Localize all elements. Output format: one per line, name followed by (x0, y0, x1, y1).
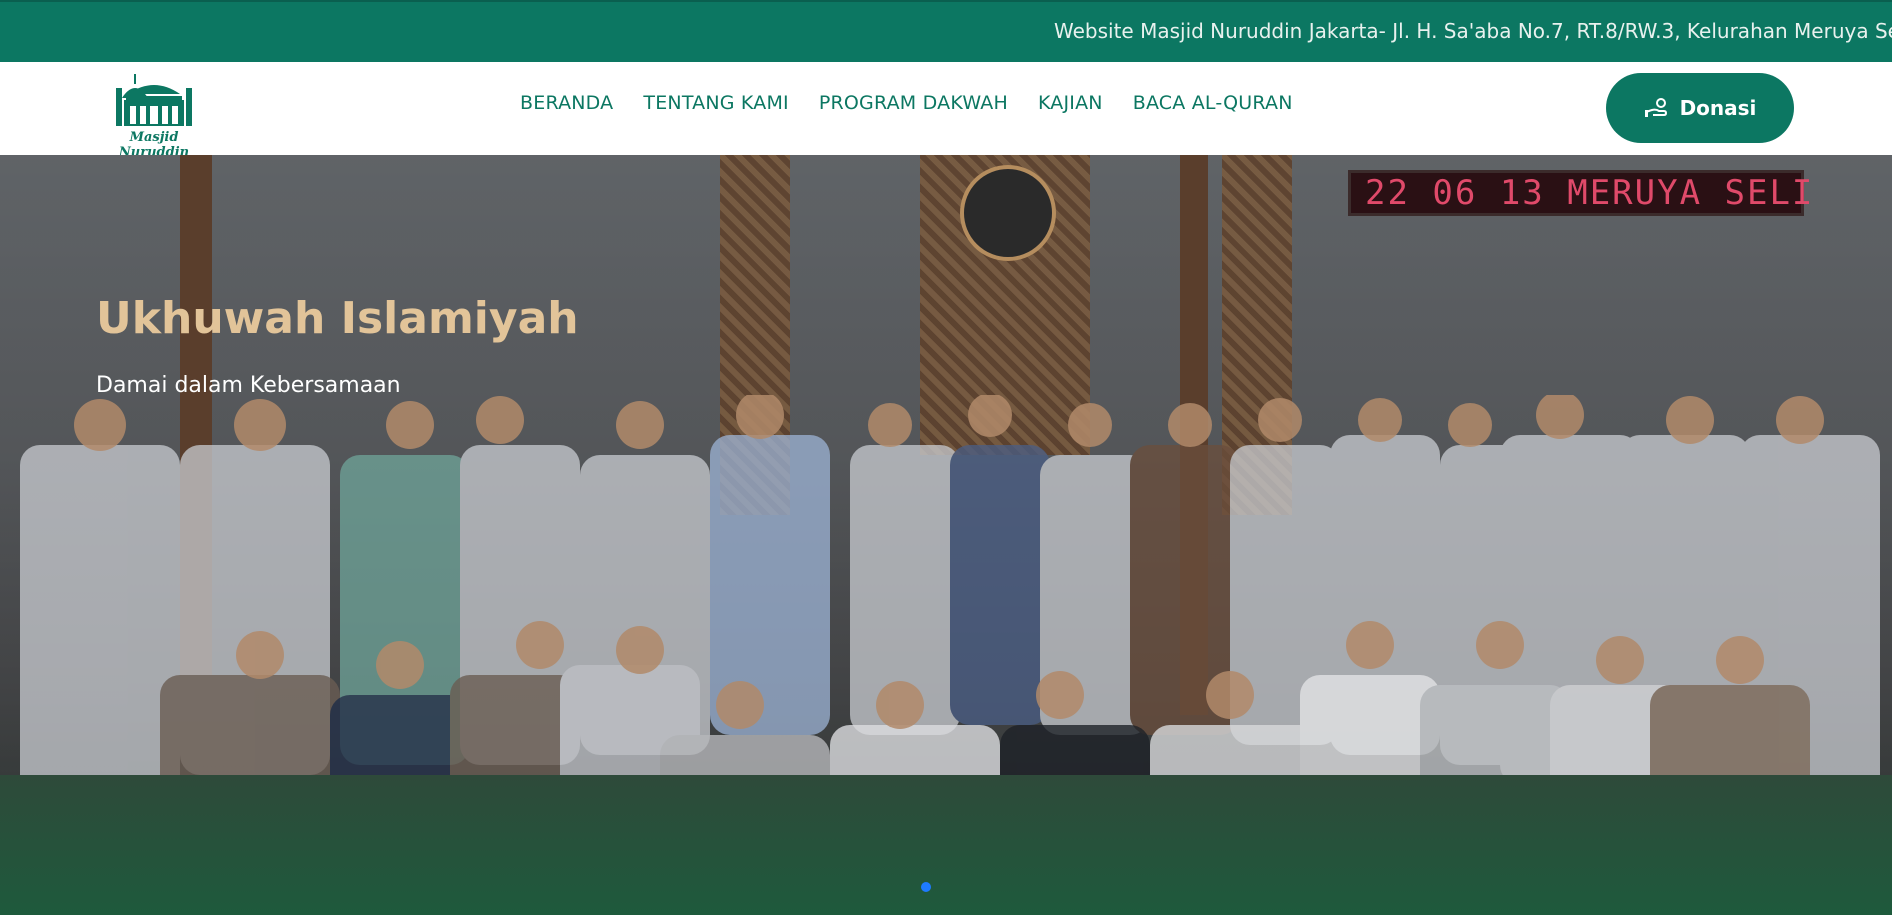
hero-slider: 22 06 13 MERUYA SELI Ukhuwah Islamiyah D… (0, 155, 1892, 915)
site-logo[interactable]: Masjid Nuruddin (96, 72, 212, 160)
nav-kajian[interactable]: KAJIAN (1038, 92, 1103, 114)
hero-title: Ukhuwah Islamiyah (96, 293, 579, 344)
nav-program-dakwah[interactable]: PROGRAM DAKWAH (819, 92, 1008, 114)
announcement-text: Website Masjid Nuruddin Jakarta- Jl. H. … (1054, 19, 1892, 43)
prayer-carpet (0, 775, 1892, 915)
donate-button[interactable]: Donasi (1606, 73, 1794, 143)
nav-baca-al-quran[interactable]: BACA AL-QURAN (1133, 92, 1293, 114)
hand-coin-icon (1644, 98, 1670, 118)
main-nav: BERANDA TENTANG KAMI PROGRAM DAKWAH KAJI… (520, 92, 1323, 114)
mosque-icon (116, 74, 192, 126)
donate-label: Donasi (1679, 96, 1757, 120)
hero-subtitle: Damai dalam Kebersamaan (96, 373, 401, 398)
led-sign: 22 06 13 MERUYA SELI (1348, 170, 1812, 216)
announcement-bar: Website Masjid Nuruddin Jakarta- Jl. H. … (0, 0, 1892, 62)
calligraphy-medallion (960, 165, 1056, 261)
nav-tentang-kami[interactable]: TENTANG KAMI (643, 92, 788, 114)
carousel-dot[interactable] (921, 882, 931, 892)
site-header: Masjid Nuruddin BERANDA TENTANG KAMI PRO… (0, 62, 1892, 160)
nav-beranda[interactable]: BERANDA (520, 92, 613, 114)
